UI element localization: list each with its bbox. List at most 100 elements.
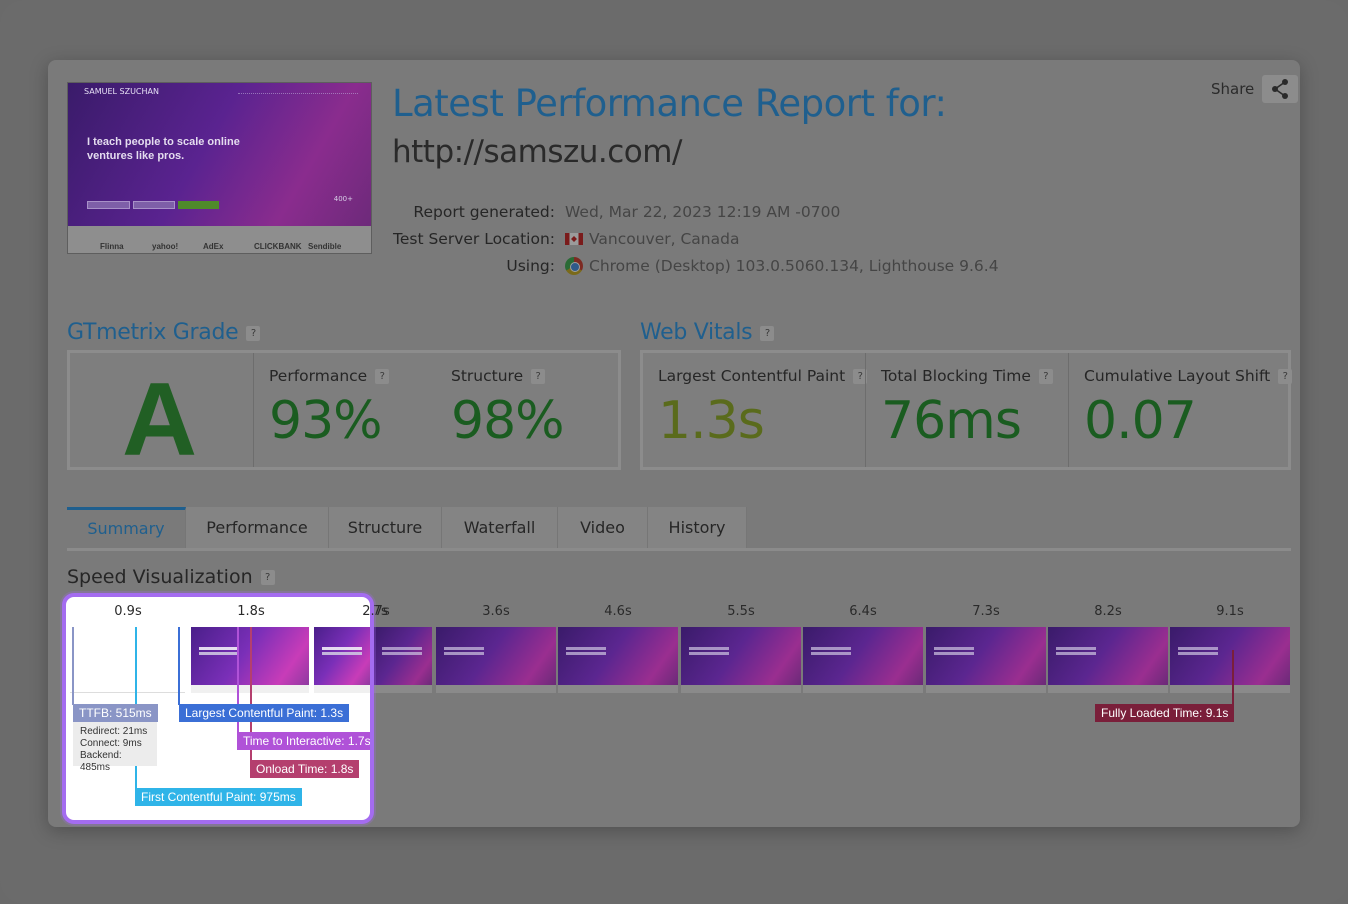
ttfb-breakdown: Redirect: 21ms Connect: 9ms Backend: 485…: [73, 722, 157, 773]
redirect-time: Redirect: 21ms: [80, 726, 148, 737]
fcp-tag: First Contentful Paint: 975ms: [135, 788, 302, 806]
meta-label: Test Server Location:: [393, 230, 555, 248]
chrome-icon: [565, 257, 583, 275]
share-icon: [1272, 79, 1289, 99]
tab-structure[interactable]: Structure: [329, 507, 442, 548]
report-tabs: Summary Performance Structure Waterfall …: [67, 507, 1291, 551]
tbt-value: 76ms: [881, 391, 1022, 451]
share-label: Share: [1211, 80, 1255, 98]
lcp-tag: Largest Contentful Paint: 1.3s: [179, 704, 350, 722]
lcp-label: Largest Contentful Paint?: [658, 367, 868, 385]
ttfb-tag: TTFB: 515ms: [73, 704, 158, 722]
tbt-label: Total Blocking Time?: [881, 367, 1053, 385]
page-screenshot-thumbnail[interactable]: SAMUEL SZUCHAN I teach people to scale o…: [67, 82, 372, 254]
cls-value: 0.07: [1084, 391, 1197, 451]
timeline-tick: 9.1s: [1216, 604, 1244, 619]
lcp-marker-line: [178, 627, 180, 705]
performance-cell: Performance? 93%: [254, 353, 436, 467]
filmstrip-frame[interactable]: [803, 627, 923, 693]
thumbnail-hero: SAMUEL SZUCHAN I teach people to scale o…: [68, 83, 371, 226]
meta-label: Report generated:: [413, 203, 555, 221]
thumbnail-logo-strip: Flinna yahoo! AdEx CLICKBANK Sendible: [68, 226, 371, 253]
tti-tag: Time to Interactive: 1.7s: [237, 732, 370, 750]
share-control[interactable]: Share: [1211, 75, 1299, 103]
connect-time: Connect: 9ms: [80, 738, 142, 749]
report-url[interactable]: http://samszu.com/: [392, 134, 682, 170]
tbt-cell: Total Blocking Time? 76ms: [866, 353, 1068, 467]
section-title: Web Vitals: [640, 320, 753, 345]
help-icon[interactable]: ?: [1038, 369, 1053, 384]
thumbnail-headline: I teach people to scale online ventures …: [87, 136, 240, 162]
filmstrip-frame[interactable]: [926, 627, 1046, 693]
tab-history[interactable]: History: [648, 507, 747, 548]
report-meta: Report generated: Wed, Mar 22, 2023 12:1…: [380, 203, 1020, 284]
thumbnail-logo: SAMUEL SZUCHAN: [84, 87, 159, 96]
thumbnail-logo-item: yahoo!: [152, 242, 179, 251]
speed-visualization-heading: Speed Visualization?: [67, 566, 275, 588]
grade-box: A Performance? 93% Structure? 98%: [67, 350, 621, 478]
tab-performance[interactable]: Performance: [186, 507, 329, 548]
lcp-value: 1.3s: [658, 391, 765, 451]
meta-value: Chrome (Desktop) 103.0.5060.134, Lightho…: [565, 257, 999, 275]
filmstrip-frame[interactable]: [374, 627, 432, 693]
timeline-tick: 3.6s: [482, 604, 510, 619]
timeline-tick: 8.2s: [1094, 604, 1122, 619]
ttfb-marker-line: [72, 627, 74, 705]
meta-row-generated: Report generated: Wed, Mar 22, 2023 12:1…: [380, 203, 1020, 230]
tab-summary[interactable]: Summary: [67, 507, 186, 548]
grade-letter-cell: A: [70, 353, 253, 478]
filmstrip-frame-blank[interactable]: [70, 627, 185, 693]
thumbnail-logo-item: Sendible: [308, 242, 342, 251]
grade-letter: A: [122, 362, 198, 478]
performance-value: 93%: [269, 391, 383, 451]
structure-label: Structure?: [451, 367, 546, 385]
meta-value: Wed, Mar 22, 2023 12:19 AM -0700: [565, 203, 840, 221]
help-icon[interactable]: ?: [760, 325, 775, 341]
backend-time: Backend: 485ms: [80, 750, 122, 773]
structure-cell: Structure? 98%: [436, 353, 618, 467]
thumbnail-logo-item: AdEx: [203, 242, 224, 251]
lcp-cell: Largest Contentful Paint? 1.3s: [643, 353, 868, 467]
help-icon[interactable]: ?: [375, 369, 390, 384]
timeline-tick: 7.3s: [972, 604, 1000, 619]
tab-video[interactable]: Video: [558, 507, 648, 548]
report-title: Latest Performance Report for:: [392, 82, 947, 125]
timeline-tick: 4.6s: [604, 604, 632, 619]
gtmetrix-grade-heading: GTmetrix Grade?: [67, 320, 261, 345]
help-icon[interactable]: ?: [246, 325, 261, 341]
structure-value: 98%: [451, 391, 565, 451]
onload-tag: Onload Time: 1.8s: [250, 760, 360, 778]
browser-info: Chrome (Desktop) 103.0.5060.134, Lightho…: [589, 257, 999, 275]
timeline-tick: 1.8s: [237, 604, 265, 619]
screen-frame: SAMUEL SZUCHAN I teach people to scale o…: [0, 0, 1348, 904]
help-icon[interactable]: ?: [531, 369, 546, 384]
web-vitals-box: Largest Contentful Paint? 1.3s Total Blo…: [640, 350, 1293, 470]
fully-loaded-marker-line: [1232, 650, 1234, 710]
filmstrip-frame[interactable]: [314, 627, 370, 693]
filmstrip-frame[interactable]: [558, 627, 678, 693]
tab-waterfall[interactable]: Waterfall: [442, 507, 558, 548]
cls-label: Cumulative Layout Shift?: [1084, 367, 1293, 385]
timeline-tick: 0.9s: [114, 604, 142, 619]
timeline-tick: 6.4s: [849, 604, 877, 619]
web-vitals-heading: Web Vitals?: [640, 320, 775, 345]
performance-label: Performance?: [269, 367, 390, 385]
filmstrip-frame[interactable]: [1048, 627, 1168, 693]
thumbnail-logo-item: CLICKBANK: [254, 242, 302, 251]
thumbnail-stat: 400+: [333, 195, 353, 203]
meta-value: Vancouver, Canada: [565, 230, 739, 248]
cls-cell: Cumulative Layout Shift? 0.07: [1069, 353, 1293, 467]
fully-loaded-tag: Fully Loaded Time: 9.1s: [1095, 704, 1235, 722]
thumbnail-logo-item: Flinna: [100, 242, 124, 251]
help-icon[interactable]: ?: [1278, 369, 1293, 384]
filmstrip-frame[interactable]: [1170, 627, 1290, 693]
timeline-tick: 5.5s: [727, 604, 755, 619]
report-date: Wed, Mar 22, 2023 12:19 AM -0700: [565, 203, 841, 221]
share-button[interactable]: [1262, 75, 1299, 103]
filmstrip-frame[interactable]: [436, 627, 556, 693]
section-title: GTmetrix Grade: [67, 320, 239, 345]
meta-label: Using:: [506, 257, 555, 275]
filmstrip-frame[interactable]: [681, 627, 801, 693]
thumbnail-signup-form: [87, 201, 220, 209]
help-icon[interactable]: ?: [260, 570, 275, 585]
